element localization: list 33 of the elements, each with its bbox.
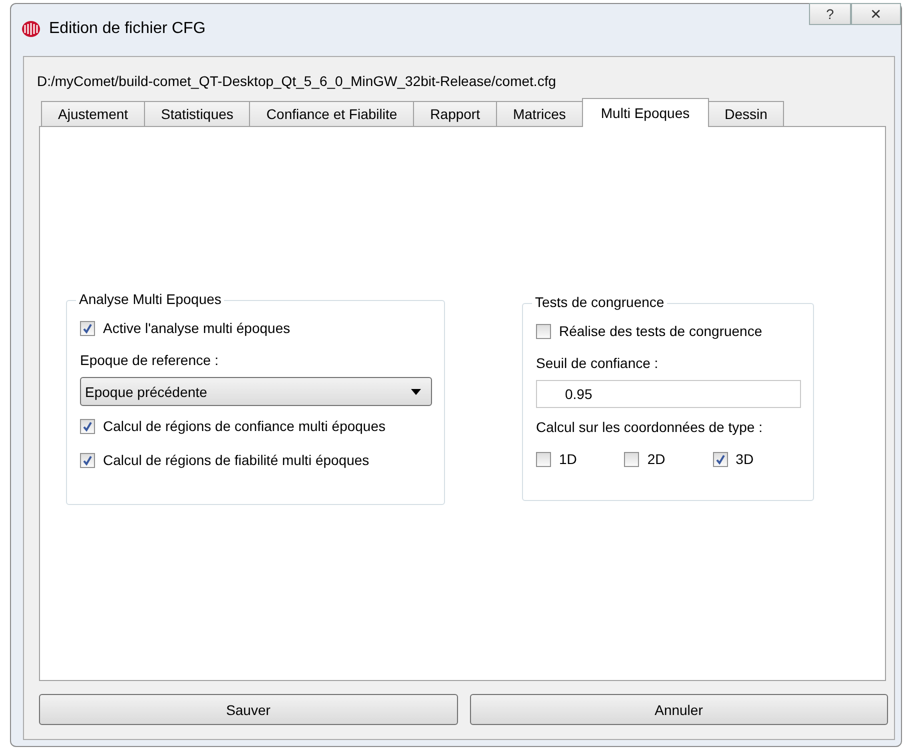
group-title: Analyse Multi Epoques: [76, 291, 224, 307]
checkbox[interactable]: Active l'analyse multi époques: [80, 311, 432, 345]
check-icon: [714, 454, 726, 464]
checkbox[interactable]: Calcul de régions de fiabilité multi époques: [80, 443, 432, 477]
check-icon: [82, 454, 93, 466]
tab[interactable]: Confiance et Fiabilite: [249, 101, 414, 126]
tab[interactable]: Multi Epoques: [582, 98, 709, 127]
caret-icon: [411, 388, 421, 394]
dropdown[interactable]: Epoque précédente: [80, 377, 432, 406]
checkbox[interactable]: Réalise des tests de congruence: [536, 314, 801, 348]
close-button[interactable]: ✕: [851, 3, 901, 25]
field-label: Calcul sur les coordonnées de type :: [536, 418, 764, 437]
tab[interactable]: Statistiques: [144, 101, 250, 126]
tab[interactable]: Rapport: [413, 101, 497, 126]
check-icon: [82, 420, 93, 432]
checkbox[interactable]: 3D: [712, 442, 801, 476]
tab[interactable]: Dessin: [708, 101, 784, 126]
checkbox[interactable]: 2D: [624, 442, 713, 476]
input-field[interactable]: 0.95: [536, 380, 801, 408]
save-button[interactable]: Sauver: [39, 694, 458, 725]
field-label: Seuil de confiance :: [536, 354, 660, 373]
tab[interactable]: Matrices: [496, 101, 583, 126]
file-path: D:/myComet/build-comet_QT-Desktop_Qt_5_6_0_MinGW_32bit-Release/comet.cfg: [36, 72, 557, 91]
window-title: Edition de fichier CFG: [49, 20, 206, 38]
app-logo-icon: [21, 20, 41, 38]
checkbox[interactable]: 1D: [536, 442, 624, 476]
check-icon: [82, 322, 93, 334]
tab[interactable]: Ajustement: [41, 101, 146, 126]
cancel-button[interactable]: Annuler: [470, 694, 888, 725]
checkbox[interactable]: Calcul de régions de confiance multi époques: [80, 409, 432, 443]
field-label: Epoque de reference :: [80, 351, 220, 370]
help-button[interactable]: ?: [809, 3, 851, 25]
group-title: Tests de congruence: [532, 294, 668, 310]
